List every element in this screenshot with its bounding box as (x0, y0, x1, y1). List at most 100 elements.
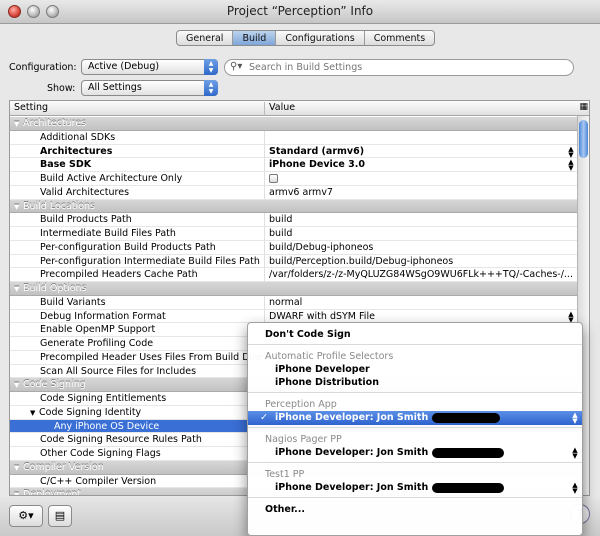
configuration-popup[interactable]: Active (Debug) ▲ ▼ (81, 59, 218, 75)
popup-arrows-icon: ▲ ▼ (572, 446, 578, 460)
setting-row[interactable]: Per-configuration Build Products Path bui… (10, 240, 578, 255)
disclosure-triangle-icon[interactable]: ▼ (14, 118, 23, 132)
setting-row[interactable]: Build Active Architecture Only (10, 172, 578, 186)
column-header-value[interactable]: Value (264, 102, 295, 116)
disclosure-triangle-icon[interactable]: ▼ (30, 407, 39, 421)
tab-comments[interactable]: Comments (365, 31, 434, 45)
setting-name: Per-configuration Intermediate Build Fil… (40, 255, 262, 269)
show-popup[interactable]: All Settings ▲ ▼ (81, 80, 218, 96)
value-text: iPhone Device 3.0 (269, 159, 366, 171)
menu-item[interactable]: iPhone Developer: Jon Smith ▲ ▼ (248, 481, 582, 495)
menu-item[interactable]: Other... (248, 503, 582, 517)
setting-row[interactable]: Architectures Standard (armv6) ▲ ▼ (10, 144, 578, 159)
setting-name: Build Active Architecture Only (40, 172, 262, 186)
action-menu-button[interactable]: ⚙▾ (9, 505, 43, 527)
group-row[interactable]: ▼ Build Locations (10, 199, 578, 215)
menu-item-label: iPhone Distribution (275, 377, 379, 388)
value-text: DWARF with dSYM File (269, 310, 375, 322)
title-bar[interactable]: Project “Perception” Info (0, 0, 600, 24)
tab-general[interactable]: General (177, 31, 234, 45)
value-text: /var/folders/z-/z-MyQLUZG84WSgO9WU6FLk++… (269, 269, 573, 281)
group-name: ▼ Build Locations (14, 200, 414, 215)
disclosure-triangle-icon[interactable]: ▼ (14, 489, 23, 495)
setting-value[interactable] (264, 172, 578, 186)
row-label: Precompiled Headers Cache Path (40, 269, 198, 281)
setting-name: ▼ Code Signing Identity (30, 406, 252, 421)
menu-item-label: Perception App (265, 399, 337, 410)
disclosure-triangle-icon[interactable]: ▼ (14, 283, 23, 297)
setting-name: Additional SDKs (40, 131, 262, 145)
row-label: Build Products Path (40, 214, 132, 226)
row-label: Additional SDKs (40, 131, 116, 143)
group-row[interactable]: ▼ Build Options (10, 282, 578, 296)
disclosure-triangle-icon[interactable]: ▼ (14, 379, 23, 393)
checkbox[interactable] (269, 174, 278, 183)
setting-name: Valid Architectures (40, 186, 262, 200)
setting-value[interactable]: build/Debug-iphoneos (264, 240, 578, 255)
setting-row[interactable]: Valid Architectures armv6 armv7 (10, 185, 578, 200)
search-input[interactable] (247, 61, 567, 74)
menu-item[interactable]: iPhone Developer (248, 363, 582, 377)
row-label: Valid Architectures (40, 186, 130, 198)
disclosure-triangle-icon[interactable]: ▼ (14, 462, 23, 476)
setting-value[interactable]: build (264, 227, 578, 241)
setting-value[interactable]: build/Perception.build/Debug-iphoneos (264, 254, 578, 269)
row-label: Scan All Source Files for Includes (40, 365, 197, 377)
popup-arrows-icon[interactable]: ▲ ▼ (567, 145, 575, 158)
redaction-mark (432, 482, 505, 493)
setting-name: Enable OpenMP Support (40, 323, 262, 337)
tab-build[interactable]: Build (233, 31, 277, 45)
menu-item[interactable]: iPhone Distribution (248, 376, 582, 390)
setting-value[interactable] (264, 130, 578, 145)
popup-arrows-icon[interactable]: ▲ ▼ (567, 310, 575, 323)
menu-item[interactable]: Don't Code Sign (248, 328, 582, 342)
menu-section-header: Perception App (248, 398, 582, 412)
setting-row[interactable]: Base SDK iPhone Device 3.0 ▲ ▼ (10, 158, 578, 172)
menu-item-label: iPhone Developer: Jon Smith (275, 447, 429, 458)
setting-name: Scan All Source Files for Includes (40, 365, 262, 379)
disclosure-triangle-icon[interactable]: ▼ (14, 201, 23, 215)
window-title: Project “Perception” Info (226, 4, 374, 18)
setting-name: Precompiled Headers Cache Path (40, 268, 262, 282)
menu-item-label: Nagios Pager PP (265, 434, 342, 445)
row-label: Deployment (23, 489, 82, 496)
row-label: Other Code Signing Flags (40, 448, 161, 459)
setting-row[interactable]: Build Products Path build (10, 213, 578, 227)
setting-row[interactable]: Per-configuration Intermediate Build Fil… (10, 254, 578, 269)
menu-item-label: Other... (265, 504, 305, 515)
group-row[interactable]: ▼ Architectures (10, 117, 578, 131)
setting-value[interactable]: Standard (armv6) ▲ ▼ (264, 144, 578, 159)
setting-value[interactable]: /var/folders/z-/z-MyQLUZG84WSgO9WU6FLk++… (264, 268, 578, 282)
scrollbar-thumb[interactable] (579, 120, 588, 158)
setting-name: Base SDK (40, 158, 262, 172)
tab-configurations[interactable]: Configurations (276, 31, 365, 45)
row-label: Per-configuration Build Products Path (40, 241, 216, 253)
setting-name: Per-configuration Build Products Path (40, 241, 262, 255)
column-options-icon[interactable]: ▦ (579, 102, 588, 112)
menu-separator (248, 497, 582, 498)
setting-value[interactable]: iPhone Device 3.0 ▲ ▼ (264, 158, 578, 172)
menu-item[interactable]: iPhone Developer: Jon Smith ▲ ▼ (248, 446, 582, 460)
row-label: Per-configuration Intermediate Build Fil… (40, 255, 260, 267)
info-button[interactable]: ▤ (48, 505, 72, 527)
group-name: ▼ Build Options (14, 282, 414, 297)
menu-item-label: iPhone Developer: Jon Smith (275, 412, 429, 423)
row-label: Architectures (40, 145, 113, 157)
column-header-setting[interactable]: Setting (14, 102, 48, 113)
setting-row[interactable]: Intermediate Build Files Path build (10, 227, 578, 241)
setting-row[interactable]: Build Variants normal (10, 295, 578, 310)
setting-value[interactable]: armv6 armv7 (264, 185, 578, 200)
setting-row[interactable]: Precompiled Headers Cache Path/var/folde… (10, 268, 578, 282)
menu-section-header: Automatic Profile Selectors (248, 350, 582, 364)
search-field[interactable]: ⚲▾ (224, 59, 574, 76)
popup-arrows-icon[interactable]: ▲ ▼ (567, 158, 575, 172)
menu-separator (248, 427, 582, 428)
setting-value[interactable]: build (264, 213, 578, 227)
setting-name: Code Signing Resource Rules Path (40, 433, 262, 447)
row-label: Code Signing (23, 379, 86, 391)
setting-value[interactable]: normal (264, 295, 578, 310)
setting-row[interactable]: Additional SDKs (10, 130, 578, 145)
value-text: Standard (armv6) (269, 145, 365, 157)
magnifier-icon: ⚲▾ (230, 61, 243, 72)
menu-item[interactable]: ✓ iPhone Developer: Jon Smith ▲ ▼ (248, 411, 582, 425)
